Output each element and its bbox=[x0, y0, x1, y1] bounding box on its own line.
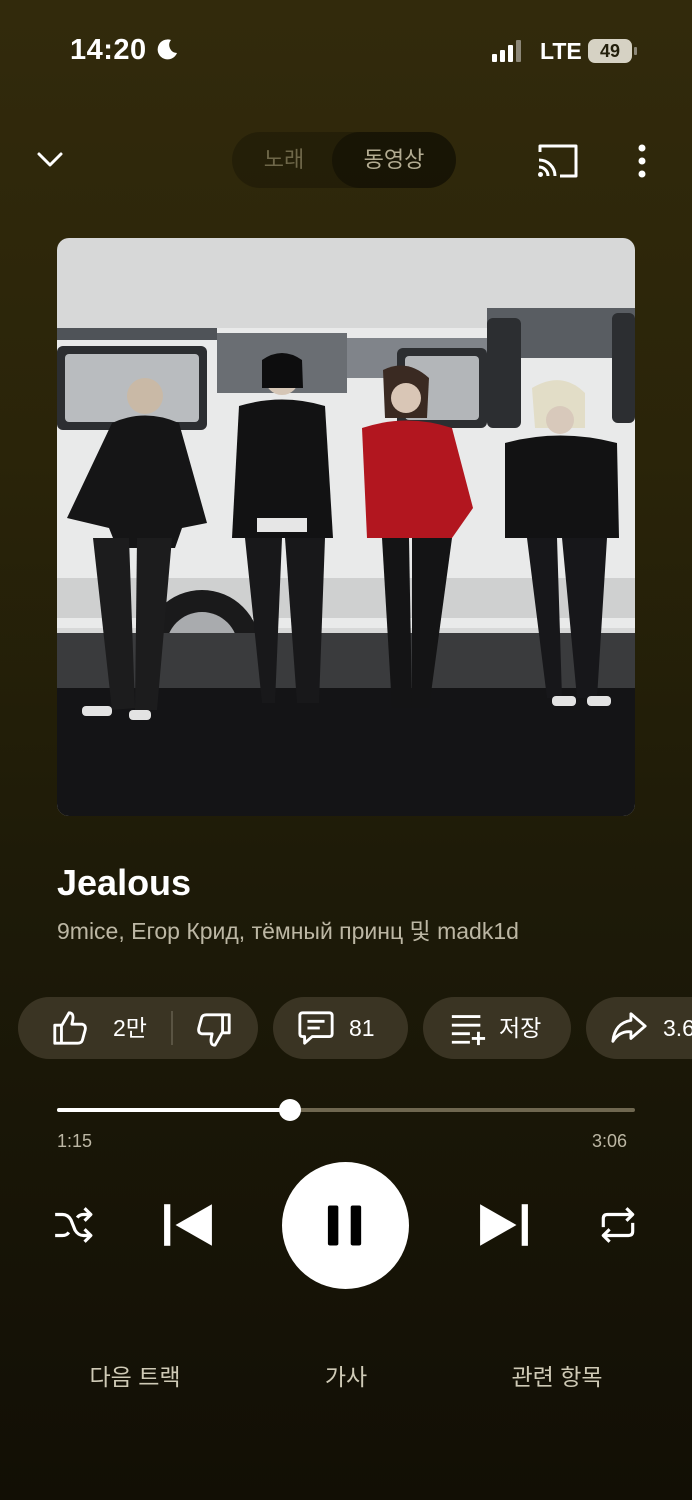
pause-button[interactable] bbox=[282, 1162, 409, 1289]
save-chip[interactable]: 저장 bbox=[423, 997, 571, 1059]
share-count: 3.6 bbox=[663, 1015, 692, 1041]
track-title: Jealous bbox=[57, 862, 192, 903]
total-time: 3:06 bbox=[592, 1131, 628, 1151]
shuffle-icon[interactable] bbox=[52, 1204, 94, 1246]
moon-icon bbox=[157, 39, 177, 60]
signal-icon bbox=[492, 40, 521, 62]
comments-chip[interactable]: 81 bbox=[273, 997, 408, 1059]
pause-icon bbox=[327, 1205, 362, 1246]
tab-song[interactable]: 노래 bbox=[232, 132, 336, 188]
battery-icon: 49 bbox=[588, 39, 638, 63]
battery-level: 49 bbox=[599, 41, 621, 61]
tab-related[interactable]: 관련 항목 bbox=[482, 1358, 632, 1392]
progress-fill bbox=[57, 1108, 290, 1112]
chip-divider bbox=[171, 1011, 173, 1045]
current-time: 1:15 bbox=[57, 1131, 93, 1151]
comment-icon bbox=[298, 1011, 334, 1045]
cast-icon[interactable] bbox=[536, 142, 580, 180]
previous-icon[interactable] bbox=[162, 1202, 214, 1248]
thumbs-down-icon[interactable] bbox=[195, 1011, 233, 1049]
more-icon[interactable] bbox=[630, 144, 654, 178]
like-count[interactable]: 2만 bbox=[113, 997, 147, 1059]
like-dislike-chip: 2만 bbox=[18, 997, 258, 1059]
chevron-down-icon[interactable] bbox=[36, 146, 64, 174]
network-type: LTE bbox=[540, 38, 582, 64]
tab-up-next[interactable]: 다음 트랙 bbox=[60, 1358, 210, 1392]
share-chip[interactable]: 3.6 bbox=[586, 997, 692, 1059]
save-label: 저장 bbox=[499, 1015, 542, 1041]
tab-video[interactable]: 동영상 bbox=[332, 132, 456, 188]
album-art bbox=[57, 238, 635, 816]
status-time: 14:20 bbox=[70, 34, 147, 66]
comment-count: 81 bbox=[349, 1015, 375, 1041]
share-icon bbox=[611, 1012, 647, 1043]
tab-lyrics[interactable]: 가사 bbox=[271, 1358, 421, 1392]
next-icon[interactable] bbox=[478, 1202, 530, 1248]
playlist-add-icon bbox=[451, 1015, 486, 1046]
thumbs-up-icon[interactable] bbox=[51, 1009, 89, 1047]
repeat-icon[interactable] bbox=[597, 1204, 639, 1246]
track-artists[interactable]: 9mice, Егор Крид, тёмный принц 및 madk1d bbox=[57, 912, 519, 946]
progress-handle[interactable] bbox=[278, 1099, 301, 1121]
